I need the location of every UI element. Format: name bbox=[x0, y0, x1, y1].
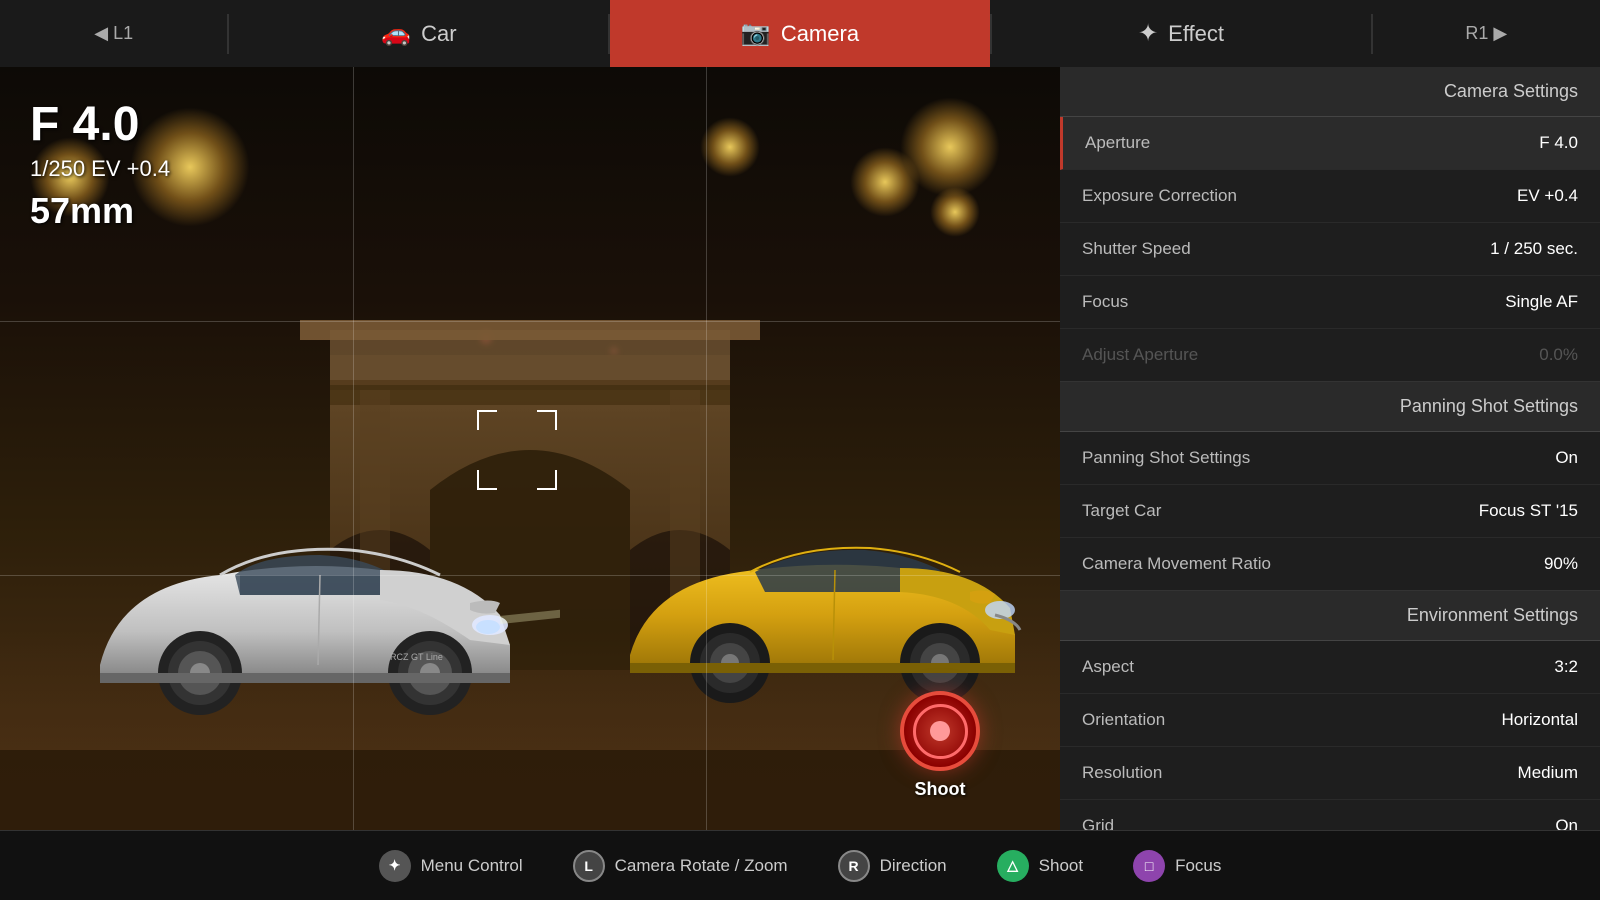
l1-button[interactable]: ◀ L1 bbox=[0, 0, 227, 67]
environment-settings-header: Environment Settings bbox=[1060, 591, 1600, 641]
target-row[interactable]: Target Car Focus ST '15 bbox=[1060, 485, 1600, 538]
exposure-row[interactable]: Exposure Correction EV +0.4 bbox=[1060, 170, 1600, 223]
direction-label: Direction bbox=[880, 856, 947, 876]
shoot-button-circle[interactable] bbox=[900, 691, 980, 771]
camera-rotate-item: L Camera Rotate / Zoom bbox=[573, 850, 788, 882]
menu-control-label: Menu Control bbox=[421, 856, 523, 876]
target-value: Focus ST '15 bbox=[1479, 501, 1578, 521]
square-badge: □ bbox=[1133, 850, 1165, 882]
grid-row[interactable]: Grid On bbox=[1060, 800, 1600, 830]
shutter-ev-display: 1/250 EV +0.4 bbox=[30, 156, 170, 182]
camera-settings-section: Camera Settings Aperture F 4.0 Exposure … bbox=[1060, 67, 1600, 382]
resolution-value: Medium bbox=[1518, 763, 1578, 783]
shoot-button[interactable]: Shoot bbox=[900, 691, 980, 800]
aspect-value: 3:2 bbox=[1554, 657, 1578, 677]
settings-panel: Camera Settings Aperture F 4.0 Exposure … bbox=[1060, 67, 1600, 830]
shoot-button-inner bbox=[913, 704, 968, 759]
movement-row[interactable]: Camera Movement Ratio 90% bbox=[1060, 538, 1600, 590]
aperture-label: Aperture bbox=[1085, 133, 1150, 153]
panning-settings-header: Panning Shot Settings bbox=[1060, 382, 1600, 432]
car-icon: 🚗 bbox=[381, 19, 411, 48]
bottom-controls-bar: ✦ Menu Control L Camera Rotate / Zoom R … bbox=[0, 830, 1600, 900]
camera-settings-header: Camera Settings bbox=[1060, 67, 1600, 117]
panning-settings-section: Panning Shot Settings Panning Shot Setti… bbox=[1060, 382, 1600, 591]
grid-value: On bbox=[1555, 816, 1578, 830]
orientation-label: Orientation bbox=[1082, 710, 1165, 730]
focus-bracket bbox=[477, 410, 557, 490]
effect-label: Effect bbox=[1168, 21, 1224, 47]
r1-button[interactable]: R1 ▶ bbox=[1373, 0, 1600, 67]
panning-label: Panning Shot Settings bbox=[1082, 448, 1250, 468]
nav-car[interactable]: 🚗 Car bbox=[229, 0, 608, 67]
aperture-value: F 4.0 bbox=[1539, 133, 1578, 153]
adjust-value: 0.0% bbox=[1539, 345, 1578, 365]
focus-item: □ Focus bbox=[1133, 850, 1221, 882]
grid-label: Grid bbox=[1082, 816, 1114, 830]
resolution-row[interactable]: Resolution Medium bbox=[1060, 747, 1600, 800]
shoot-bar-label: Shoot bbox=[1039, 856, 1083, 876]
orientation-value: Horizontal bbox=[1501, 710, 1578, 730]
focus-label: Focus bbox=[1082, 292, 1128, 312]
r-badge: R bbox=[838, 850, 870, 882]
triangle-badge: △ bbox=[997, 850, 1029, 882]
top-navigation: ◀ L1 🚗 Car 📷 Camera ✦ Effect R1 ▶ bbox=[0, 0, 1600, 67]
adjust-label: Adjust Aperture bbox=[1082, 345, 1198, 365]
shutter-row[interactable]: Shutter Speed 1 / 250 sec. bbox=[1060, 223, 1600, 276]
resolution-label: Resolution bbox=[1082, 763, 1162, 783]
shutter-label: Shutter Speed bbox=[1082, 239, 1191, 259]
camera-info-overlay: F 4.0 1/250 EV +0.4 57mm bbox=[30, 97, 170, 232]
camera-viewport: RCZ GT Line bbox=[0, 67, 1060, 830]
camera-label: Camera bbox=[781, 21, 859, 47]
adjust-aperture-row: Adjust Aperture 0.0% bbox=[1060, 329, 1600, 381]
menu-control-item: ✦ Menu Control bbox=[379, 850, 523, 882]
shoot-button-dot bbox=[930, 721, 950, 741]
direction-item: R Direction bbox=[838, 850, 947, 882]
orientation-row[interactable]: Orientation Horizontal bbox=[1060, 694, 1600, 747]
menu-control-badge: ✦ bbox=[379, 850, 411, 882]
shutter-value: 1 / 250 sec. bbox=[1490, 239, 1578, 259]
movement-value: 90% bbox=[1544, 554, 1578, 574]
camera-rotate-label: Camera Rotate / Zoom bbox=[615, 856, 788, 876]
camera-icon: 📷 bbox=[741, 19, 771, 48]
aspect-row[interactable]: Aspect 3:2 bbox=[1060, 641, 1600, 694]
environment-settings-section: Environment Settings Aspect 3:2 Orientat… bbox=[1060, 591, 1600, 830]
white-car: RCZ GT Line bbox=[40, 505, 560, 735]
light-bokeh bbox=[700, 117, 760, 177]
panning-value: On bbox=[1555, 448, 1578, 468]
aperture-row[interactable]: Aperture F 4.0 bbox=[1060, 117, 1600, 170]
focus-bar-label: Focus bbox=[1175, 856, 1221, 876]
shoot-item: △ Shoot bbox=[997, 850, 1083, 882]
focal-length-display: 57mm bbox=[30, 190, 170, 232]
focus-row[interactable]: Focus Single AF bbox=[1060, 276, 1600, 329]
svg-text:RCZ GT Line: RCZ GT Line bbox=[390, 652, 443, 662]
focus-value: Single AF bbox=[1505, 292, 1578, 312]
effect-icon: ✦ bbox=[1138, 19, 1158, 48]
car-label: Car bbox=[421, 21, 456, 47]
target-label: Target Car bbox=[1082, 501, 1161, 521]
light-bokeh bbox=[930, 187, 980, 237]
shoot-button-label: Shoot bbox=[915, 779, 966, 800]
aspect-label: Aspect bbox=[1082, 657, 1134, 677]
movement-label: Camera Movement Ratio bbox=[1082, 554, 1271, 574]
aperture-display: F 4.0 bbox=[30, 97, 170, 152]
l1-label: ◀ L1 bbox=[94, 23, 133, 44]
exposure-label: Exposure Correction bbox=[1082, 186, 1237, 206]
l-badge: L bbox=[573, 850, 605, 882]
r1-label: R1 ▶ bbox=[1465, 23, 1507, 44]
nav-effect[interactable]: ✦ Effect bbox=[992, 0, 1371, 67]
nav-camera[interactable]: 📷 Camera bbox=[610, 0, 989, 67]
exposure-value: EV +0.4 bbox=[1517, 186, 1578, 206]
light-bokeh bbox=[850, 147, 920, 217]
panning-row[interactable]: Panning Shot Settings On bbox=[1060, 432, 1600, 485]
